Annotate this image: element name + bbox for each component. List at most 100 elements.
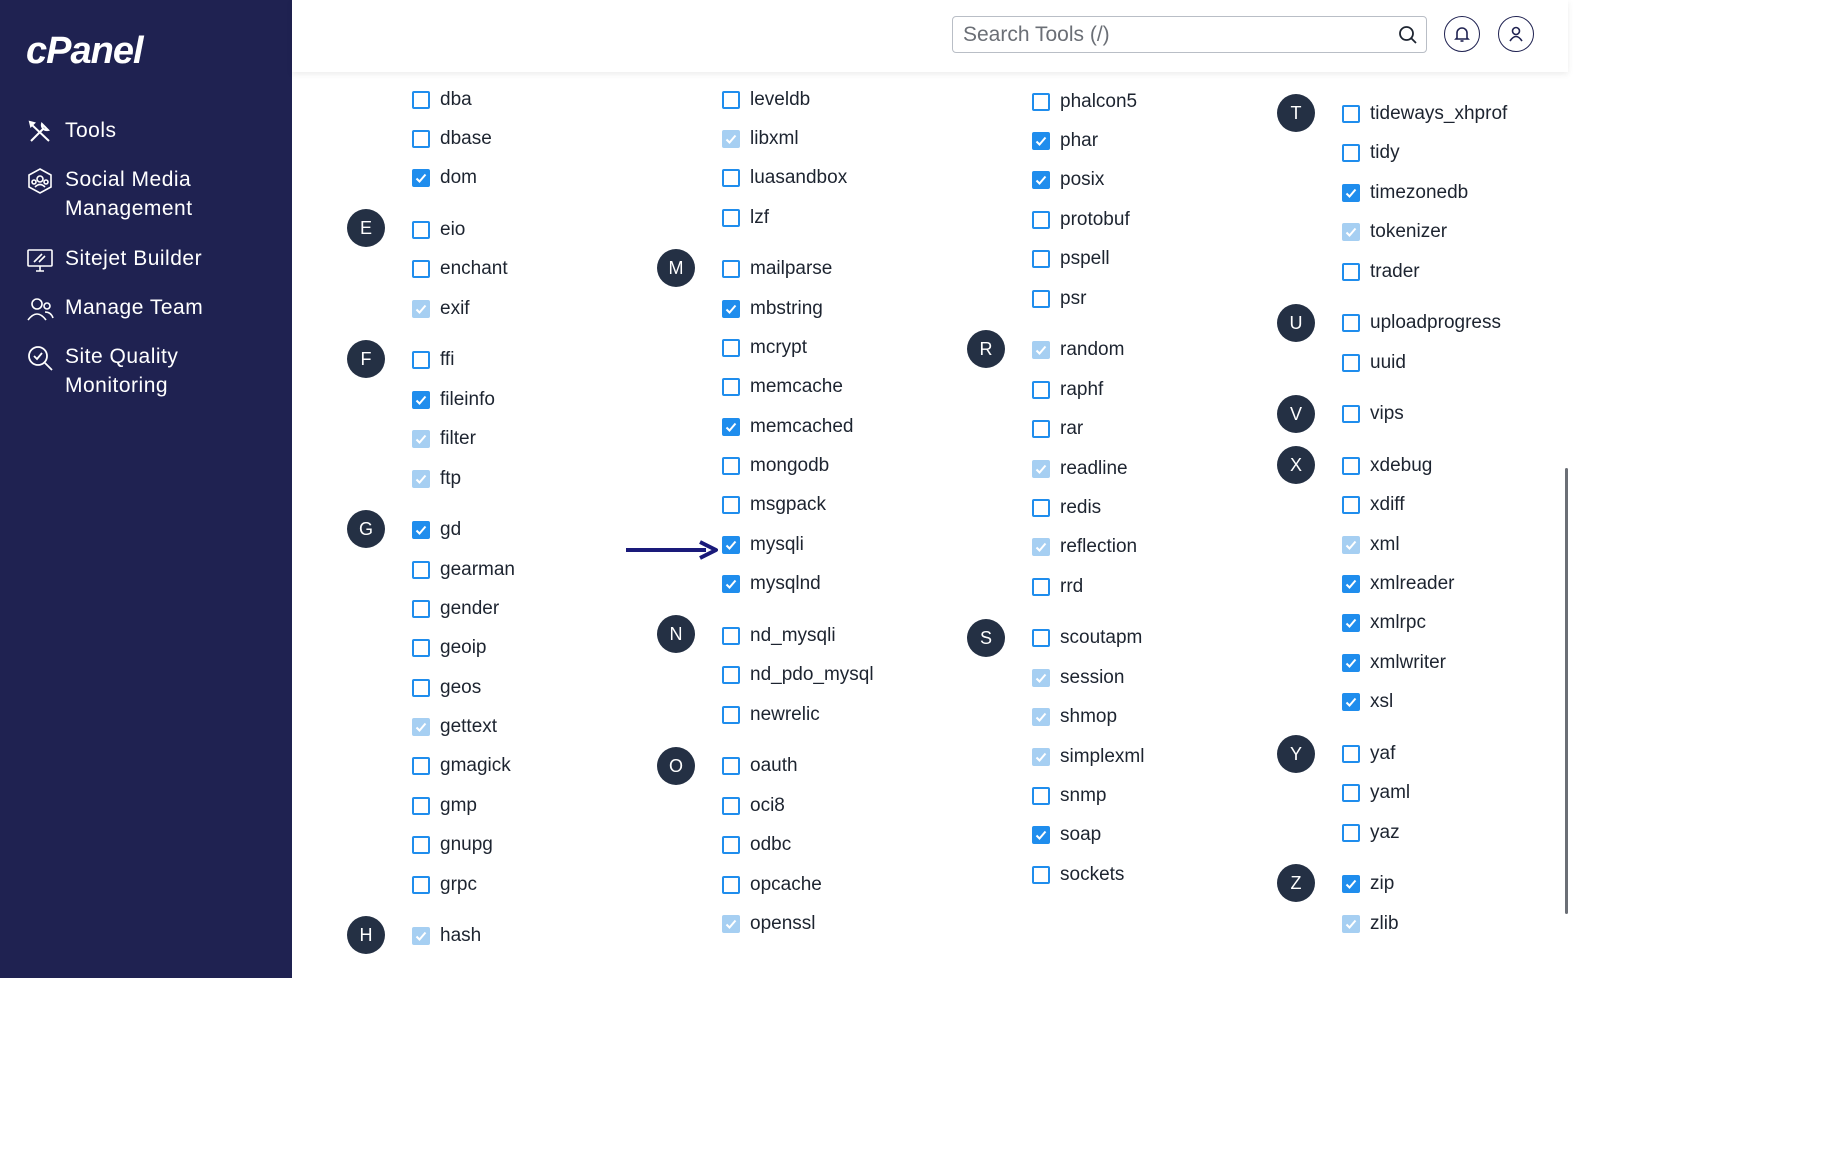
- extension-checkbox[interactable]: [412, 169, 430, 187]
- extension-item: ffi: [412, 347, 454, 373]
- extension-checkbox[interactable]: [412, 927, 430, 945]
- extension-checkbox[interactable]: [1032, 341, 1050, 359]
- extension-checkbox[interactable]: [1032, 866, 1050, 884]
- extension-checkbox[interactable]: [1342, 314, 1360, 332]
- extension-checkbox[interactable]: [722, 836, 740, 854]
- extension-checkbox[interactable]: [722, 575, 740, 593]
- search-input[interactable]: [953, 17, 1403, 52]
- extension-checkbox[interactable]: [1342, 614, 1360, 632]
- notifications-button[interactable]: [1444, 16, 1480, 52]
- extension-checkbox[interactable]: [722, 627, 740, 645]
- extension-checkbox[interactable]: [412, 797, 430, 815]
- extension-checkbox[interactable]: [1342, 654, 1360, 672]
- extension-checkbox[interactable]: [1032, 787, 1050, 805]
- extension-checkbox[interactable]: [1032, 538, 1050, 556]
- extension-checkbox[interactable]: [722, 260, 740, 278]
- letter-badge-x: X: [1277, 446, 1315, 484]
- extension-checkbox[interactable]: [1342, 184, 1360, 202]
- extension-checkbox[interactable]: [1342, 223, 1360, 241]
- letter-badge-v: V: [1277, 395, 1315, 433]
- extension-checkbox[interactable]: [1342, 457, 1360, 475]
- sidebar-item-site-quality[interactable]: Site Quality Monitoring: [26, 342, 276, 400]
- extension-checkbox[interactable]: [722, 378, 740, 396]
- extension-checkbox[interactable]: [412, 470, 430, 488]
- extension-checkbox[interactable]: [1342, 105, 1360, 123]
- extension-checkbox[interactable]: [1032, 132, 1050, 150]
- extension-checkbox[interactable]: [412, 561, 430, 579]
- extension-checkbox[interactable]: [412, 639, 430, 657]
- extension-label: geoip: [440, 637, 487, 658]
- extension-checkbox[interactable]: [722, 300, 740, 318]
- extension-checkbox[interactable]: [722, 536, 740, 554]
- extension-checkbox[interactable]: [1032, 826, 1050, 844]
- extension-checkbox[interactable]: [1342, 875, 1360, 893]
- extension-checkbox[interactable]: [722, 915, 740, 933]
- extension-checkbox[interactable]: [412, 91, 430, 109]
- extension-checkbox[interactable]: [722, 757, 740, 775]
- extension-checkbox[interactable]: [1032, 420, 1050, 438]
- extension-checkbox[interactable]: [1032, 708, 1050, 726]
- extension-checkbox[interactable]: [1342, 784, 1360, 802]
- extension-checkbox[interactable]: [412, 876, 430, 894]
- extension-checkbox[interactable]: [722, 169, 740, 187]
- extension-checkbox[interactable]: [1342, 693, 1360, 711]
- extension-checkbox[interactable]: [1032, 381, 1050, 399]
- extension-checkbox[interactable]: [722, 666, 740, 684]
- extension-checkbox[interactable]: [412, 430, 430, 448]
- extension-checkbox[interactable]: [1342, 354, 1360, 372]
- extension-checkbox[interactable]: [722, 339, 740, 357]
- search-icon[interactable]: [1398, 25, 1418, 45]
- extension-checkbox[interactable]: [1032, 669, 1050, 687]
- extension-checkbox[interactable]: [722, 91, 740, 109]
- extension-checkbox[interactable]: [722, 130, 740, 148]
- extension-checkbox[interactable]: [1032, 171, 1050, 189]
- extension-checkbox[interactable]: [412, 391, 430, 409]
- extension-checkbox[interactable]: [1032, 578, 1050, 596]
- extension-checkbox[interactable]: [412, 679, 430, 697]
- extension-checkbox[interactable]: [1342, 915, 1360, 933]
- extension-checkbox[interactable]: [1342, 536, 1360, 554]
- extension-checkbox[interactable]: [1342, 144, 1360, 162]
- extension-checkbox[interactable]: [1032, 748, 1050, 766]
- extension-checkbox[interactable]: [1032, 93, 1050, 111]
- sidebar-item-sitejet[interactable]: Sitejet Builder: [26, 244, 276, 274]
- extension-checkbox[interactable]: [1342, 405, 1360, 423]
- extension-checkbox[interactable]: [1032, 629, 1050, 647]
- extension-checkbox[interactable]: [1032, 460, 1050, 478]
- extension-checkbox[interactable]: [412, 351, 430, 369]
- sidebar: cPanel Tools Social Media Management Sit…: [0, 0, 292, 978]
- extension-checkbox[interactable]: [412, 521, 430, 539]
- user-menu-button[interactable]: [1498, 16, 1534, 52]
- extension-checkbox[interactable]: [1342, 263, 1360, 281]
- extension-checkbox[interactable]: [1032, 290, 1050, 308]
- extension-checkbox[interactable]: [1342, 575, 1360, 593]
- extension-checkbox[interactable]: [412, 600, 430, 618]
- extension-checkbox[interactable]: [412, 130, 430, 148]
- extension-checkbox[interactable]: [1342, 824, 1360, 842]
- extension-checkbox[interactable]: [722, 706, 740, 724]
- extension-checkbox[interactable]: [412, 757, 430, 775]
- extension-checkbox[interactable]: [722, 209, 740, 227]
- sidebar-item-social-media[interactable]: Social Media Management: [26, 165, 276, 223]
- extension-checkbox[interactable]: [412, 836, 430, 854]
- extension-checkbox[interactable]: [1342, 745, 1360, 763]
- extension-label: geos: [440, 677, 482, 698]
- extension-checkbox[interactable]: [722, 797, 740, 815]
- extension-checkbox[interactable]: [722, 496, 740, 514]
- cpanel-logo[interactable]: cPanel: [26, 30, 144, 73]
- extension-checkbox[interactable]: [1342, 496, 1360, 514]
- extension-checkbox[interactable]: [1032, 250, 1050, 268]
- extension-checkbox[interactable]: [412, 221, 430, 239]
- sidebar-item-tools[interactable]: Tools: [26, 116, 276, 146]
- extension-checkbox[interactable]: [1032, 499, 1050, 517]
- sidebar-item-manage-team[interactable]: Manage Team: [26, 293, 276, 323]
- extension-checkbox[interactable]: [412, 260, 430, 278]
- extension-checkbox[interactable]: [722, 876, 740, 894]
- extension-checkbox[interactable]: [722, 418, 740, 436]
- extension-checkbox[interactable]: [412, 718, 430, 736]
- extension-checkbox[interactable]: [1032, 211, 1050, 229]
- extension-label: fileinfo: [440, 389, 495, 410]
- scrollbar[interactable]: [1565, 468, 1568, 914]
- extension-checkbox[interactable]: [722, 457, 740, 475]
- extension-checkbox[interactable]: [412, 300, 430, 318]
